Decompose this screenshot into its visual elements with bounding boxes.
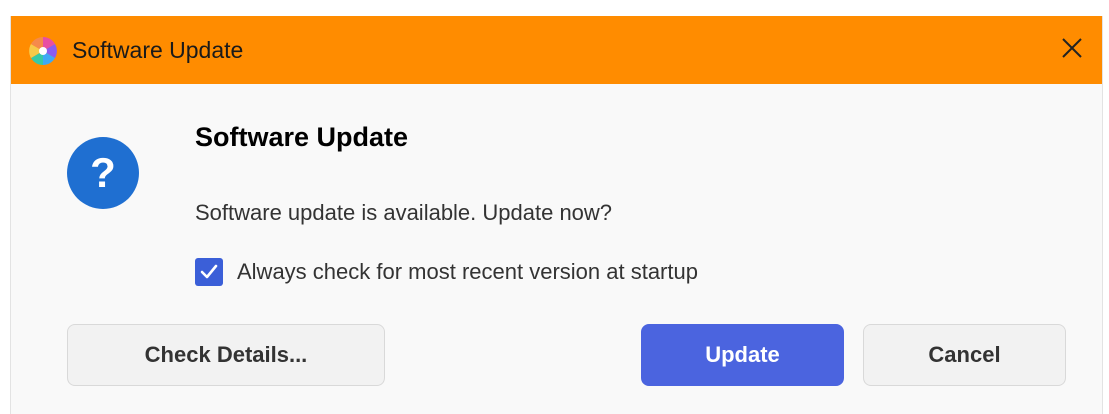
startup-checkbox-label: Always check for most recent version at … [237,259,698,284]
check-details-button[interactable]: Check Details... [67,324,385,386]
cancel-button[interactable]: Cancel [863,324,1066,386]
window-title: Software Update [72,37,244,63]
dialog-window: Software Update ? Software Update Softwa… [10,16,1103,414]
close-button[interactable] [1042,16,1102,84]
close-icon [1060,36,1084,65]
svg-text:?: ? [90,149,116,196]
dialog-heading: Software Update [195,122,409,152]
dialog-content: ? Software Update Software update is ava… [11,84,1102,414]
question-icon: ? [66,136,140,210]
software-update-app-icon [28,36,58,66]
dialog-message: Software update is available. Update now… [195,200,613,225]
title-bar: Software Update [11,16,1102,84]
checkmark-icon [200,264,218,279]
update-button[interactable]: Update [641,324,844,386]
startup-checkbox[interactable] [195,258,223,286]
startup-check-option[interactable]: Always check for most recent version at … [195,256,698,288]
